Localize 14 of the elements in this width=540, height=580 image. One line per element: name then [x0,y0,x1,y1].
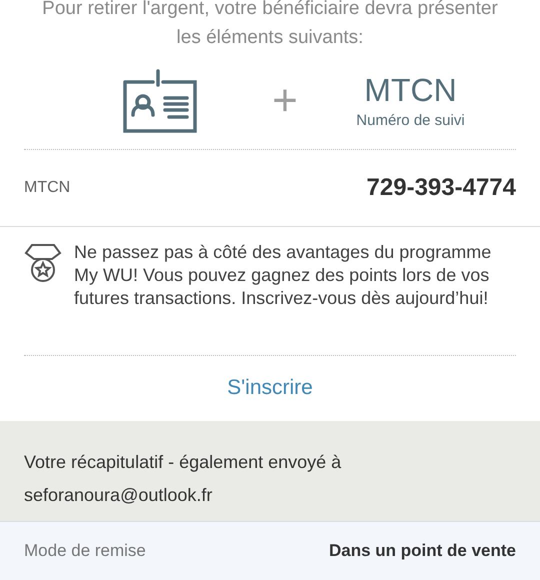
detail-value: Dans un point de vente [328,540,516,562]
summary-email: seforanoura@outlook.fr [24,484,214,507]
instructions-text: Pour retirer l'argent, votre bénéficiaire devra présenter les éléments suivants: [41,0,499,50]
id-card-icon [122,69,198,134]
code-title: MTCN [364,70,457,110]
plus-sign: + [271,79,299,124]
rewards-message: Ne passez pas à côté des avantages du programme My WU! Vous pouvez gagnez des points lors de vos futures transactions. Inscrivez-vous dès aujourd’hui! [74,241,492,310]
detail-label: Mode de remise [24,540,146,562]
mtcn-number: 729-393-4774 [366,172,516,203]
code-caption: Numéro de suivi [356,110,465,131]
medal-icon [24,243,62,284]
signup-link[interactable]: S'inscrire [227,372,313,404]
mtcn-label: MTCN [24,178,70,198]
summary-heading: Votre récapitulatif - également envoyé à [24,450,342,474]
